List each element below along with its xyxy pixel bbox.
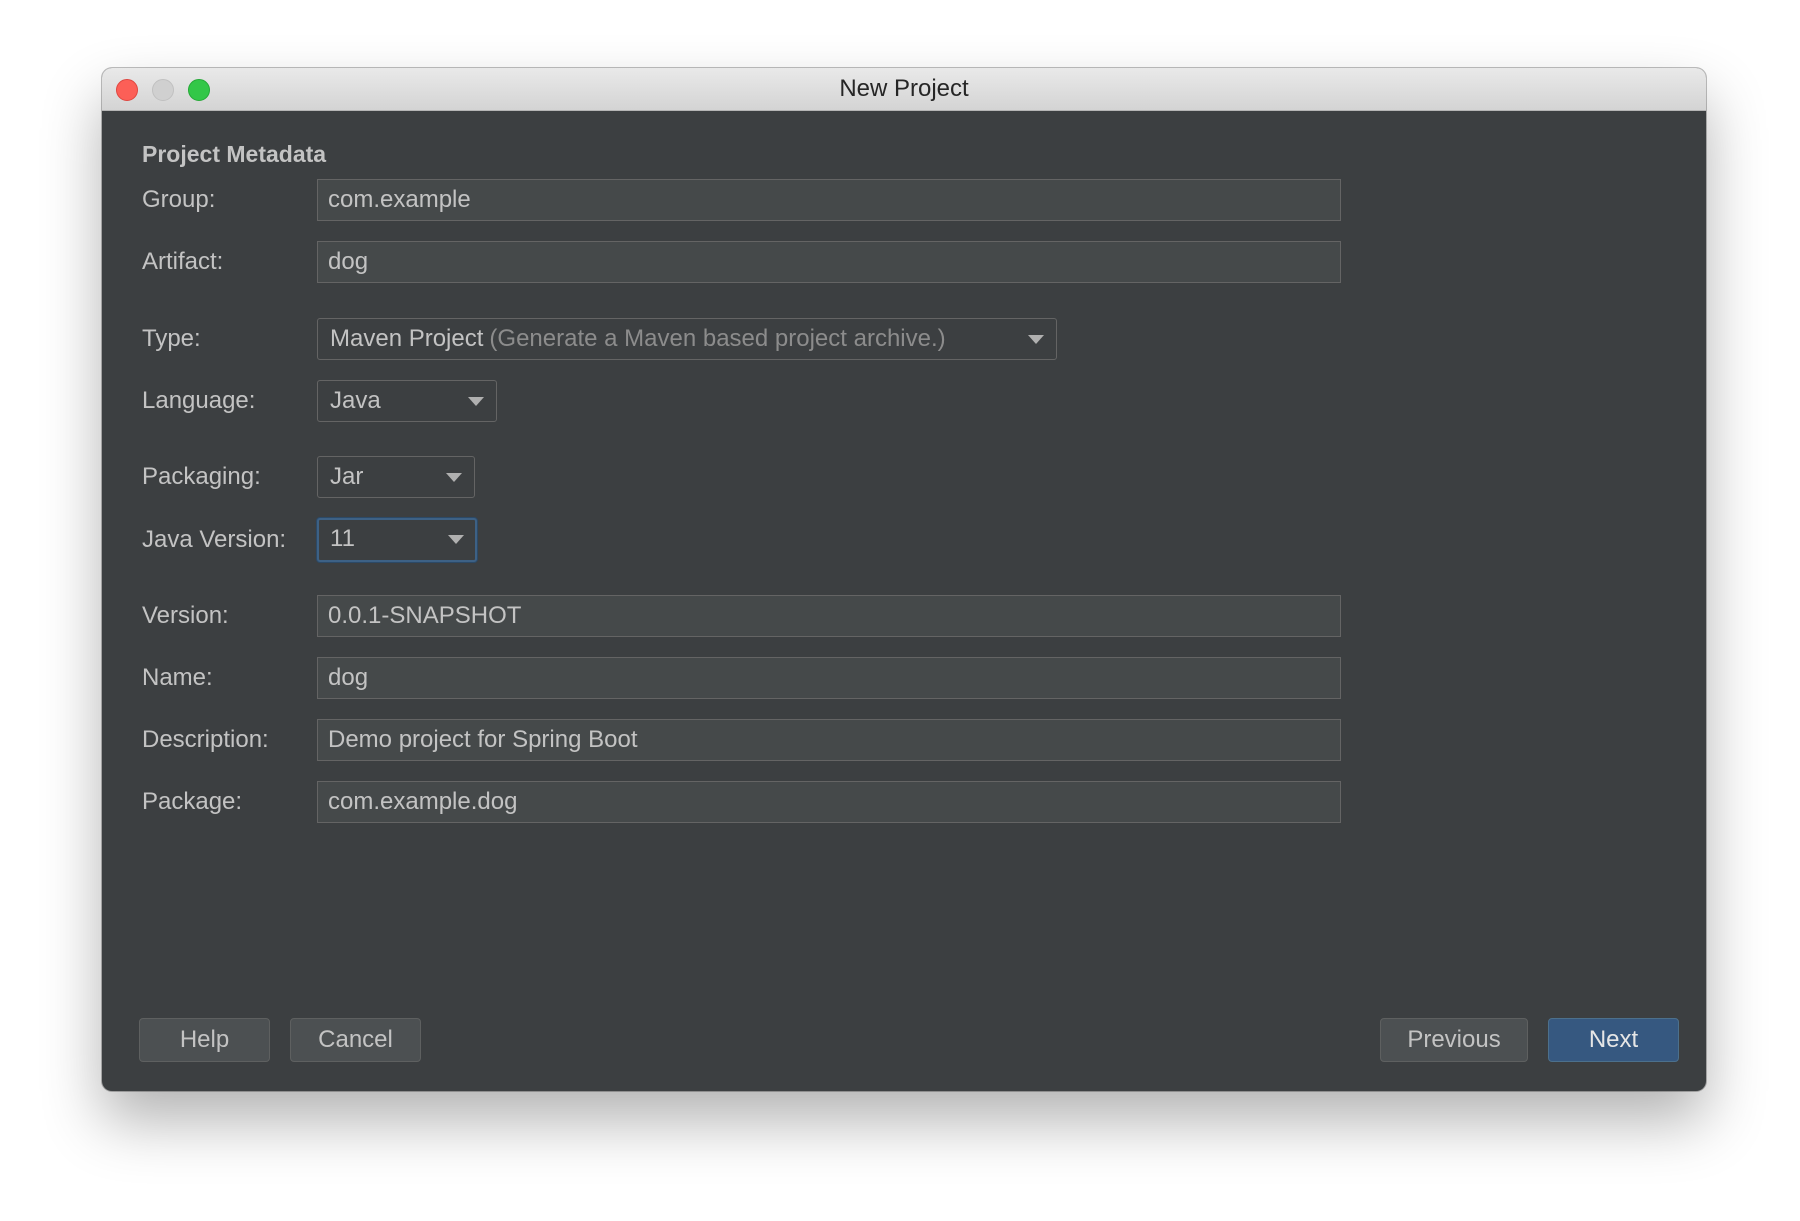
- package-field[interactable]: com.example.dog: [317, 781, 1341, 823]
- java-version-select-value: 11: [330, 525, 355, 552]
- chevron-down-icon: [468, 397, 484, 406]
- language-select[interactable]: Java: [317, 380, 497, 422]
- java-version-label: Java Version:: [142, 525, 286, 555]
- help-button[interactable]: Help: [139, 1018, 270, 1062]
- type-select[interactable]: Maven Project(Generate a Maven based pro…: [317, 318, 1057, 360]
- group-field[interactable]: com.example: [317, 179, 1341, 221]
- type-label: Type:: [142, 324, 201, 354]
- name-field[interactable]: dog: [317, 657, 1341, 699]
- chevron-down-icon: [446, 473, 462, 482]
- description-field[interactable]: Demo project for Spring Boot: [317, 719, 1341, 761]
- language-select-value: Java: [330, 387, 381, 414]
- language-label: Language:: [142, 386, 255, 416]
- section-title: Project Metadata: [142, 141, 326, 168]
- type-select-value: Maven Project: [330, 325, 483, 352]
- type-select-hint: (Generate a Maven based project archive.…: [489, 325, 945, 352]
- java-version-select[interactable]: 11: [317, 518, 477, 562]
- next-button[interactable]: Next: [1548, 1018, 1679, 1062]
- version-field[interactable]: 0.0.1-SNAPSHOT: [317, 595, 1341, 637]
- group-label: Group:: [142, 185, 215, 215]
- name-label: Name:: [142, 663, 213, 693]
- artifact-label: Artifact:: [142, 247, 223, 277]
- cancel-button[interactable]: Cancel: [290, 1018, 421, 1062]
- previous-button[interactable]: Previous: [1380, 1018, 1528, 1062]
- description-label: Description:: [142, 725, 269, 755]
- new-project-dialog: New Project Project Metadata Group: com.…: [102, 68, 1706, 1091]
- window-title: New Project: [102, 68, 1706, 110]
- artifact-field[interactable]: dog: [317, 241, 1341, 283]
- packaging-select-value: Jar: [330, 463, 363, 490]
- packaging-label: Packaging:: [142, 462, 261, 492]
- version-label: Version:: [142, 601, 229, 631]
- package-label: Package:: [142, 787, 242, 817]
- chevron-down-icon: [448, 535, 464, 544]
- packaging-select[interactable]: Jar: [317, 456, 475, 498]
- chevron-down-icon: [1028, 335, 1044, 344]
- title-bar[interactable]: New Project: [102, 68, 1706, 111]
